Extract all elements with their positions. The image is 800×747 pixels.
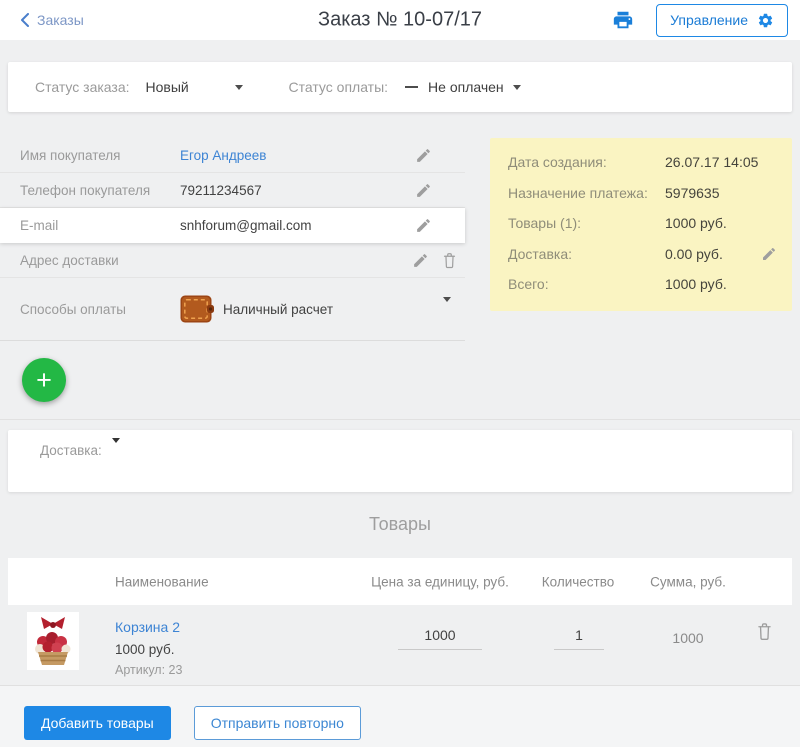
product-sum-value: 1000	[672, 630, 704, 646]
field-row-customer-name: Имя покупателя Егор Андреев	[0, 138, 465, 173]
product-image	[27, 612, 79, 670]
col-header-sum: Сумма, руб.	[650, 574, 726, 589]
summary-row-products-total: Товары (1): 1000 руб.	[490, 208, 792, 239]
delivery-label: Доставка:	[40, 443, 102, 458]
products-total-value: 1000 руб.	[665, 215, 727, 232]
edit-delivery-cost-button[interactable]	[761, 246, 777, 262]
manage-button[interactable]: Управление	[656, 3, 788, 37]
delete-product-button[interactable]	[755, 621, 774, 642]
product-price-label: 1000 руб.	[115, 642, 175, 657]
products-table-header: Наименование Цена за единицу, руб. Колич…	[8, 558, 792, 605]
manage-label: Управление	[670, 12, 748, 28]
col-header-unit-price: Цена за единицу, руб.	[371, 574, 509, 589]
summary-row-payment-purpose: Назначение платежа: 5979635	[490, 178, 792, 209]
unit-price-input[interactable]	[398, 627, 482, 650]
customer-name-label: Имя покупателя	[20, 147, 121, 163]
add-products-button[interactable]: Добавить товары	[24, 706, 171, 740]
summary-row-delivery-cost: Доставка: 0.00 руб.	[490, 239, 792, 270]
delivery-card: Доставка:	[8, 430, 792, 492]
chevron-down-icon	[234, 84, 243, 90]
customer-phone-label: Телефон покупателя	[20, 182, 151, 198]
order-summary-panel: Дата создания: 26.07.17 14:05 Назначение…	[490, 138, 792, 311]
pencil-icon	[415, 147, 432, 164]
chevron-down-icon	[111, 438, 120, 458]
quantity-input[interactable]	[554, 627, 604, 650]
chevron-left-icon	[20, 13, 29, 27]
product-row: Корзина 2 1000 руб. Артикул: 23 1000	[0, 605, 800, 685]
pencil-icon	[412, 252, 429, 269]
product-sku: Артикул: 23	[115, 663, 183, 677]
payment-status-label: Статус оплаты:	[288, 79, 389, 95]
pencil-icon	[415, 182, 432, 199]
payment-method-select[interactable]	[443, 296, 451, 317]
trash-icon	[441, 251, 458, 270]
pencil-icon	[415, 217, 432, 234]
customer-phone-value: 79211234567	[180, 182, 262, 198]
customer-form: Имя покупателя Егор Андреев Телефон поку…	[0, 138, 465, 341]
back-label: Заказы	[37, 12, 84, 28]
footer-actions: Добавить товары Отправить повторно	[0, 685, 800, 747]
payment-purpose-label: Назначение платежа:	[508, 184, 648, 201]
products-total-label: Товары (1):	[508, 215, 582, 232]
edit-customer-name-button[interactable]	[415, 147, 432, 164]
grand-total-value: 1000 руб.	[665, 276, 727, 293]
grand-total-label: Всего:	[508, 276, 549, 293]
order-status-label: Статус заказа:	[35, 79, 130, 95]
status-card: Статус заказа: Новый Статус оплаты: Не о…	[8, 62, 792, 112]
created-date-value: 26.07.17 14:05	[665, 154, 759, 171]
payment-method-label: Способы оплаты	[20, 301, 126, 317]
resend-button[interactable]: Отправить повторно	[193, 706, 361, 740]
top-bar: Заказы Заказ № 10-07/17 Управление	[0, 0, 800, 40]
field-row-payment-method: Способы оплаты Наличный расчет	[0, 278, 465, 341]
add-field-fab-button[interactable]: +	[22, 358, 66, 402]
pencil-icon	[761, 246, 777, 262]
email-label: E-mail	[20, 218, 59, 233]
email-value: snhforum@gmail.com	[180, 218, 312, 233]
products-section-title: Товары	[369, 514, 431, 534]
col-header-quantity: Количество	[541, 574, 615, 589]
product-name-link[interactable]: Корзина 2	[115, 619, 180, 635]
payment-status-select[interactable]: Не оплачен	[405, 79, 521, 95]
order-details-section: Имя покупателя Егор Андреев Телефон поку…	[0, 112, 800, 420]
chevron-down-icon	[512, 84, 521, 90]
order-status-value: Новый	[145, 79, 189, 95]
col-header-name: Наименование	[115, 574, 209, 589]
customer-name-value[interactable]: Егор Андреев	[180, 148, 266, 163]
payment-status-value: Не оплачен	[428, 79, 504, 95]
delivery-cost-label: Доставка:	[508, 245, 573, 262]
back-link[interactable]: Заказы	[20, 12, 84, 28]
summary-row-created: Дата создания: 26.07.17 14:05	[490, 147, 792, 178]
delivery-cost-value: 0.00 руб.	[665, 245, 723, 262]
order-status-select[interactable]: Новый	[146, 79, 243, 95]
field-row-email: E-mail snhforum@gmail.com	[0, 208, 465, 243]
payment-purpose-value: 5979635	[665, 184, 720, 201]
page-title: Заказ № 10-07/17	[318, 8, 482, 31]
created-date-label: Дата создания:	[508, 154, 607, 171]
edit-email-button[interactable]	[415, 217, 432, 234]
edit-shipping-address-button[interactable]	[412, 252, 429, 269]
delete-shipping-address-button[interactable]	[441, 251, 458, 270]
edit-customer-phone-button[interactable]	[415, 182, 432, 199]
unpaid-dash-icon	[405, 85, 419, 89]
summary-row-grand-total: Всего: 1000 руб.	[490, 269, 792, 300]
trash-icon	[755, 621, 774, 642]
delivery-select[interactable]	[106, 438, 120, 458]
printer-icon	[612, 9, 634, 31]
payment-method-value: Наличный расчет	[223, 301, 334, 317]
print-button[interactable]	[610, 7, 636, 33]
gear-icon	[757, 12, 774, 29]
field-row-shipping-address: Адрес доставки	[0, 243, 465, 278]
chevron-down-icon	[443, 296, 451, 317]
field-row-customer-phone: Телефон покупателя 79211234567	[0, 173, 465, 208]
shipping-address-label: Адрес доставки	[20, 252, 119, 268]
wallet-icon	[180, 295, 214, 323]
